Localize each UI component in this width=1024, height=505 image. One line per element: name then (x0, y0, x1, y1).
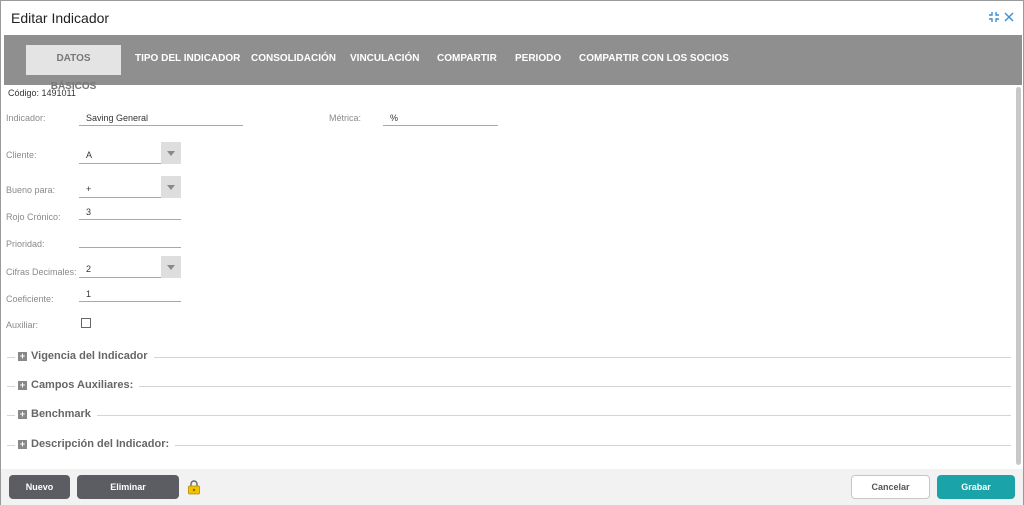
chevron-down-icon[interactable] (161, 142, 181, 164)
section-descripcion[interactable]: + Descripción del Indicador: (7, 438, 1011, 453)
section-divider (31, 445, 1011, 446)
tab-bar: DATOS BÁSICOS TIPO DEL INDICADOR CONSOLI… (4, 35, 1022, 92)
metrica-input[interactable]: % (383, 108, 498, 126)
section-vigencia[interactable]: + Vigencia del Indicador (7, 350, 1011, 365)
dialog-title: Editar Indicador (11, 10, 110, 26)
section-divider (7, 415, 15, 416)
section-divider (7, 445, 15, 446)
section-title[interactable]: Benchmark (31, 408, 97, 420)
tab-periodo[interactable]: PERIODO (504, 45, 572, 75)
cliente-select[interactable]: A (79, 142, 181, 164)
window-controls (988, 11, 1015, 26)
tab-compartir-con-los-socios[interactable]: COMPARTIR CON LOS SOCIOS (568, 45, 740, 75)
cifras-decimales-label: Cifras Decimales: (6, 267, 77, 277)
cliente-label: Cliente: (6, 150, 37, 160)
section-divider (31, 357, 1011, 358)
tab-vinculacion[interactable]: VINCULACIÓN (339, 45, 430, 75)
prioridad-label: Prioridad: (6, 239, 45, 249)
nuevo-button[interactable]: Nuevo (9, 475, 70, 499)
section-divider (7, 357, 15, 358)
collapse-icon[interactable] (988, 11, 1000, 26)
auxiliar-checkbox[interactable] (81, 318, 91, 328)
indicator-code: Código: 1491011 (8, 88, 76, 98)
rojo-cronico-input[interactable]: 3 (79, 202, 181, 220)
cifras-decimales-value: 2 (86, 264, 92, 274)
section-divider (31, 386, 1011, 387)
chevron-down-icon[interactable] (161, 176, 181, 198)
tab-tipo-del-indicador[interactable]: TIPO DEL INDICADOR (124, 45, 251, 75)
section-benchmark[interactable]: + Benchmark (7, 408, 1011, 423)
section-title[interactable]: Descripción del Indicador: (31, 438, 176, 450)
tab-compartir[interactable]: COMPARTIR (426, 45, 508, 75)
section-divider (7, 386, 15, 387)
section-title[interactable]: Vigencia del Indicador (31, 350, 154, 362)
expand-plus-icon[interactable]: + (18, 381, 27, 390)
bueno-para-label: Bueno para: (6, 185, 56, 195)
rojo-cronico-label: Rojo Crónico: (6, 212, 61, 222)
bueno-para-select[interactable]: + (79, 176, 181, 198)
prioridad-input[interactable] (79, 230, 181, 248)
indicador-input[interactable]: Saving General (79, 108, 243, 126)
expand-plus-icon[interactable]: + (18, 440, 27, 449)
vertical-scrollbar[interactable] (1016, 87, 1021, 465)
section-divider (31, 415, 1011, 416)
coeficiente-label: Coeficiente: (6, 294, 54, 304)
lock-icon[interactable] (187, 479, 201, 495)
chevron-down-icon[interactable] (161, 256, 181, 278)
edit-indicator-dialog: Editar Indicador DATOS BÁSICOS TIPO DEL … (0, 0, 1024, 505)
dialog-titlebar: Editar Indicador (1, 1, 1023, 35)
close-icon[interactable] (1003, 11, 1015, 26)
cliente-value: A (86, 150, 93, 160)
cancelar-button[interactable]: Cancelar (851, 475, 930, 499)
section-title[interactable]: Campos Auxiliares: (31, 379, 140, 391)
auxiliar-label: Auxiliar: (6, 320, 39, 330)
tab-datos-basicos[interactable]: DATOS BÁSICOS (26, 45, 121, 92)
expand-plus-icon[interactable]: + (18, 352, 27, 361)
grabar-button[interactable]: Grabar (937, 475, 1015, 499)
indicador-label: Indicador: (6, 113, 46, 123)
tab-consolidacion[interactable]: CONSOLIDACIÓN (240, 45, 347, 75)
coeficiente-input[interactable]: 1 (79, 284, 181, 302)
cifras-decimales-select[interactable]: 2 (79, 256, 181, 278)
section-campos-auxiliares[interactable]: + Campos Auxiliares: (7, 379, 1011, 394)
metrica-label: Métrica: (329, 113, 362, 123)
expand-plus-icon[interactable]: + (18, 410, 27, 419)
eliminar-button[interactable]: Eliminar (77, 475, 179, 499)
bueno-para-value: + (86, 184, 92, 194)
